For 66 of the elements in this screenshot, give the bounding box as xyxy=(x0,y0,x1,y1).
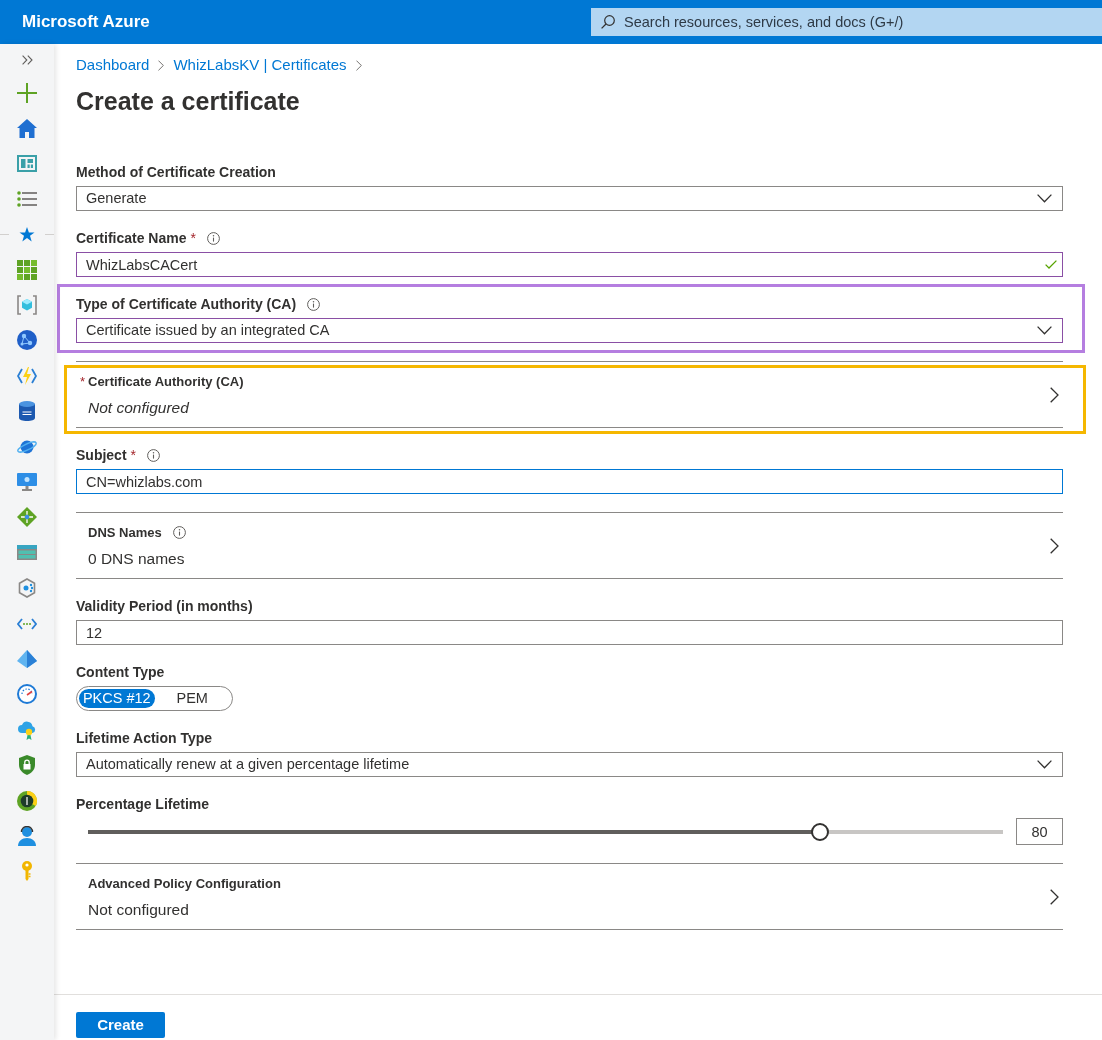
field-value: 0 DNS names xyxy=(88,548,186,569)
globe-icon[interactable] xyxy=(17,330,37,351)
lightning-icon[interactable] xyxy=(17,366,37,385)
page-title: Create a certificate xyxy=(76,86,301,117)
field-label: Validity Period (in months) xyxy=(76,596,253,616)
dropdown[interactable]: Generate xyxy=(76,186,1063,211)
required-mark: * xyxy=(80,372,87,391)
toggle-option[interactable]: PEM xyxy=(154,689,230,708)
search-field[interactable]: Search resources, services, and docs (G+/) xyxy=(591,8,1102,36)
shield-icon[interactable] xyxy=(19,755,35,776)
plus-icon[interactable] xyxy=(17,82,37,103)
dropdown[interactable]: Automatically renew at a given percentage lifetime xyxy=(76,752,1063,777)
monitor-icon[interactable] xyxy=(17,473,37,491)
coin-icon[interactable] xyxy=(17,790,37,811)
breadcrumb-link[interactable]: Dashboard xyxy=(76,55,150,75)
cloud-icon[interactable] xyxy=(17,719,37,740)
pyramid-icon[interactable] xyxy=(17,649,37,668)
person-icon[interactable] xyxy=(18,825,36,846)
field-label: Certificate Name xyxy=(76,228,187,248)
chevron-right-icon[interactable] xyxy=(1050,387,1059,403)
field-label: Subject xyxy=(76,445,127,465)
search-icon xyxy=(601,15,615,29)
field-label: Advanced Policy Configuration xyxy=(88,874,281,893)
info-icon[interactable] xyxy=(206,231,220,245)
slider-thumb[interactable] xyxy=(811,822,829,841)
database-icon[interactable] xyxy=(19,401,35,422)
grid-icon[interactable] xyxy=(17,259,37,280)
field-value: Not configured xyxy=(88,397,191,418)
toggle-option[interactable]: PKCS #12 xyxy=(79,689,155,708)
home-icon[interactable] xyxy=(17,118,37,138)
info-icon[interactable] xyxy=(172,526,186,539)
chevron-down-icon xyxy=(1037,194,1052,203)
dropdown[interactable]: Certificate issued by an integrated CA xyxy=(76,318,1063,343)
field-label: Type of Certificate Authority (CA) xyxy=(76,294,297,314)
chevron-down-icon xyxy=(1037,760,1052,769)
code-icon[interactable] xyxy=(17,617,37,630)
storage-icon[interactable] xyxy=(17,545,37,561)
field-label: Percentage Lifetime xyxy=(76,794,210,814)
percentage-input[interactable]: 80 xyxy=(1016,818,1063,845)
chevron-down-icon xyxy=(1037,326,1052,335)
field-label: Method of Certificate Creation xyxy=(76,162,276,182)
text-input[interactable]: WhizLabsCACert xyxy=(76,252,1063,277)
field-label: Content Type xyxy=(76,662,165,682)
cube-icon[interactable] xyxy=(17,295,37,316)
diamond-icon[interactable] xyxy=(17,507,37,528)
chevron-right-icon[interactable] xyxy=(1050,538,1059,554)
gauge-icon[interactable] xyxy=(17,684,37,705)
required-mark: * xyxy=(130,445,137,465)
field-label: Certificate Authority (CA) xyxy=(88,372,244,391)
info-icon[interactable] xyxy=(147,448,161,462)
info-icon[interactable] xyxy=(307,297,321,311)
text-input[interactable]: CN=whizlabs.com xyxy=(76,469,1063,494)
chevron-right-icon[interactable] xyxy=(1050,889,1059,905)
expand-icon[interactable] xyxy=(21,54,33,65)
field-value: Not configured xyxy=(88,899,190,920)
hexagon-icon[interactable] xyxy=(18,578,36,599)
brand-title[interactable]: Microsoft Azure xyxy=(0,9,150,35)
text-input[interactable]: 12 xyxy=(76,620,1063,645)
dashboard-icon[interactable] xyxy=(17,154,37,172)
star-icon[interactable] xyxy=(19,226,35,242)
field-label: DNS Names xyxy=(88,523,162,542)
breadcrumb-link[interactable]: WhizLabsKV | Certificates xyxy=(173,55,347,75)
create-button[interactable]: Create xyxy=(76,1012,165,1038)
list-icon[interactable] xyxy=(17,190,37,207)
field-label: Lifetime Action Type xyxy=(76,728,213,748)
required-mark: * xyxy=(190,228,196,248)
